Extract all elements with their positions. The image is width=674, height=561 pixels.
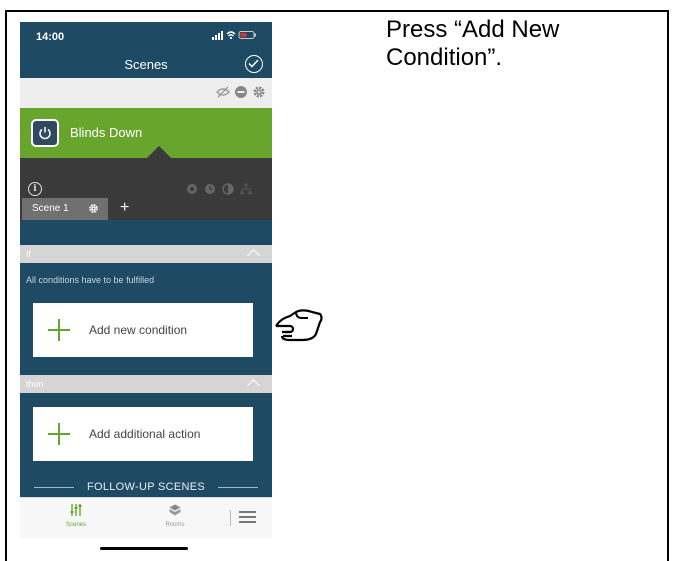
clock-icon[interactable] (204, 182, 216, 194)
follow-up-scenes-label: FOLLOW-UP SCENES (86, 481, 206, 493)
add-action-label: Add additional action (89, 427, 201, 441)
document-border-left (5, 10, 7, 561)
nav-bar: Scenes (20, 54, 272, 78)
chevron-up-icon (247, 249, 260, 262)
record-icon[interactable] (186, 182, 198, 194)
rooms-cube-icon (169, 504, 181, 516)
confirm-check-icon[interactable] (245, 55, 263, 73)
tab-rooms-label: Rooms (165, 522, 185, 528)
network-icon[interactable] (240, 182, 252, 195)
contrast-icon[interactable] (222, 182, 234, 195)
eye-off-icon[interactable] (216, 85, 230, 99)
follow-up-scenes-header: FOLLOW-UP SCENES (20, 479, 272, 497)
home-indicator (100, 547, 188, 550)
scene-name: Blinds Down (70, 125, 143, 140)
hamburger-icon[interactable] (239, 511, 256, 524)
then-section-header[interactable]: then (20, 375, 272, 393)
status-time: 14:00 (36, 31, 65, 43)
tab-scene-1-label: Scene 1 (32, 203, 69, 214)
plus-icon (48, 423, 70, 445)
scenes-sliders-icon (70, 504, 82, 516)
tab-scenes-label: Scenes (65, 522, 86, 528)
add-condition-button[interactable]: Add new condition (33, 303, 253, 357)
document-border-top (5, 10, 669, 12)
status-bar: 14:00 (20, 22, 272, 54)
bottom-tab-bar: Scenes Rooms (20, 497, 272, 538)
add-condition-label: Add new condition (89, 323, 188, 337)
scene-tabs: Scene 1 + (20, 198, 272, 220)
document-border-right (667, 10, 669, 561)
pointing-hand-icon (272, 306, 326, 351)
scene-toolbar (20, 78, 272, 108)
chevron-up-icon (247, 379, 260, 392)
if-section-header[interactable]: If (20, 245, 272, 263)
then-section-label: then (26, 379, 44, 389)
page-title: Scenes (124, 57, 168, 72)
gear-icon[interactable] (252, 85, 266, 99)
scene-content: If All conditions have to be fulfilled A… (20, 220, 272, 497)
info-icon[interactable]: i (28, 182, 42, 196)
status-icons (212, 30, 258, 43)
if-section-label: If (26, 249, 32, 259)
scene-control-panel: i (20, 146, 272, 198)
minus-circle-icon[interactable] (234, 85, 248, 99)
plus-icon (48, 319, 70, 341)
phone-screenshot: 14:00 Scenes Blinds Down i Scene 1 + If … (20, 22, 272, 561)
tab-rooms[interactable]: Rooms (160, 503, 190, 528)
tab-scene-1[interactable]: Scene 1 (22, 198, 108, 220)
instruction-text: Press “Add New Condition”. (386, 16, 560, 71)
tab-separator (230, 510, 231, 526)
tab-scenes[interactable]: Scenes (64, 503, 88, 528)
conditions-note: All conditions have to be fulfilled (26, 275, 155, 285)
add-scene-tab-button[interactable]: + (120, 199, 129, 217)
panel-pointer (146, 146, 172, 159)
power-icon[interactable] (31, 119, 59, 147)
gear-icon[interactable] (88, 203, 99, 217)
add-action-button[interactable]: Add additional action (33, 407, 253, 461)
